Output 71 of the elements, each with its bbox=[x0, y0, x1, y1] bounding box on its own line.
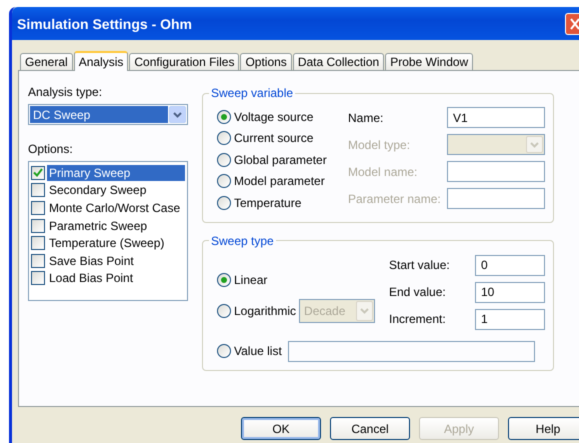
text-field[interactable]: V1 bbox=[447, 107, 545, 128]
close-button[interactable] bbox=[565, 12, 579, 34]
checkbox[interactable] bbox=[31, 254, 45, 268]
radio-option[interactable]: Value list bbox=[217, 340, 282, 362]
close-icon bbox=[569, 18, 579, 30]
radio-option[interactable]: Model parameter bbox=[217, 170, 348, 192]
option-item[interactable]: Monte Carlo/Worst Case bbox=[47, 200, 185, 216]
tab[interactable]: Analysis bbox=[74, 51, 128, 71]
field-label: Model type: bbox=[348, 138, 410, 152]
group-title: Sweep variable bbox=[210, 86, 294, 100]
radio-label: Temperature bbox=[234, 196, 302, 210]
chevron-down-icon bbox=[173, 112, 182, 118]
option-item[interactable]: Save Bias Point bbox=[47, 252, 185, 269]
radio-option[interactable]: Current source bbox=[217, 128, 348, 149]
field-label: Increment: bbox=[389, 312, 446, 326]
option-item[interactable]: Load Bias Point bbox=[47, 270, 185, 286]
radio-button[interactable] bbox=[217, 152, 231, 167]
option-item[interactable]: Temperature (Sweep) bbox=[47, 235, 185, 252]
check-icon bbox=[33, 168, 43, 178]
radio-option[interactable]: Linear bbox=[217, 270, 268, 291]
radio-option[interactable]: Temperature bbox=[217, 192, 348, 214]
radio-button[interactable] bbox=[217, 304, 231, 318]
radio-label: Voltage source bbox=[234, 110, 314, 124]
checkbox[interactable] bbox=[31, 166, 45, 180]
options-label: Options: bbox=[28, 142, 74, 156]
radio-label: Global parameter bbox=[234, 152, 327, 167]
analysis-type-dropdown[interactable]: DC Sweep bbox=[28, 104, 188, 125]
dialog-button[interactable]: Cancel bbox=[330, 417, 410, 440]
radio-button[interactable] bbox=[217, 273, 231, 288]
radio-label: Value list bbox=[234, 344, 282, 358]
field-label: Parameter name: bbox=[348, 192, 441, 206]
option-item[interactable]: Parametric Sweep bbox=[47, 218, 185, 234]
radio-option[interactable]: Voltage source bbox=[217, 106, 348, 128]
analysis-type-label: Analysis type: bbox=[28, 85, 104, 99]
option-item[interactable]: Primary Sweep bbox=[47, 164, 185, 181]
radio-button[interactable] bbox=[217, 110, 231, 124]
text-field[interactable]: 0 bbox=[475, 254, 545, 276]
tab[interactable]: Configuration Files bbox=[129, 53, 240, 70]
radio-label: Model parameter bbox=[234, 174, 325, 188]
radio-label: Current source bbox=[234, 131, 314, 146]
checkbox[interactable] bbox=[31, 200, 45, 215]
dialog-button[interactable]: OK bbox=[241, 417, 321, 440]
radio-button[interactable] bbox=[217, 131, 231, 146]
chevron-down-icon bbox=[360, 308, 370, 314]
radio-option[interactable]: Global parameter bbox=[217, 149, 348, 170]
option-item[interactable]: Secondary Sweep bbox=[47, 182, 185, 198]
tab[interactable]: Options bbox=[240, 53, 292, 70]
tab[interactable]: General bbox=[20, 53, 73, 70]
tab[interactable]: Probe Window bbox=[385, 53, 474, 70]
text-field[interactable]: 10 bbox=[475, 282, 545, 302]
field-label: Model name: bbox=[348, 164, 418, 178]
window-title: Simulation Settings - Ohm bbox=[17, 16, 192, 32]
radio-label: Linear bbox=[234, 273, 268, 288]
radio-button[interactable] bbox=[217, 196, 231, 210]
checkbox[interactable] bbox=[31, 183, 45, 198]
radio-button[interactable] bbox=[217, 174, 231, 188]
checkbox[interactable] bbox=[31, 218, 45, 233]
radio-option[interactable]: Logarithmic bbox=[217, 300, 296, 322]
group-title: Sweep type bbox=[210, 234, 275, 248]
field-label: Name: bbox=[348, 110, 384, 124]
field-label: End value: bbox=[389, 285, 446, 299]
text-field[interactable]: 1 bbox=[475, 308, 545, 330]
model-type-dropdown[interactable] bbox=[447, 134, 545, 155]
dialog-button[interactable]: Help bbox=[508, 417, 579, 440]
tab[interactable]: Data Collection bbox=[292, 53, 384, 70]
field-label: Start value: bbox=[389, 258, 450, 272]
radio-button[interactable] bbox=[217, 344, 231, 358]
chevron-down-icon bbox=[530, 142, 539, 148]
radio-label: Logarithmic bbox=[234, 304, 296, 318]
checkbox[interactable] bbox=[31, 236, 45, 250]
checkbox[interactable] bbox=[31, 271, 45, 286]
